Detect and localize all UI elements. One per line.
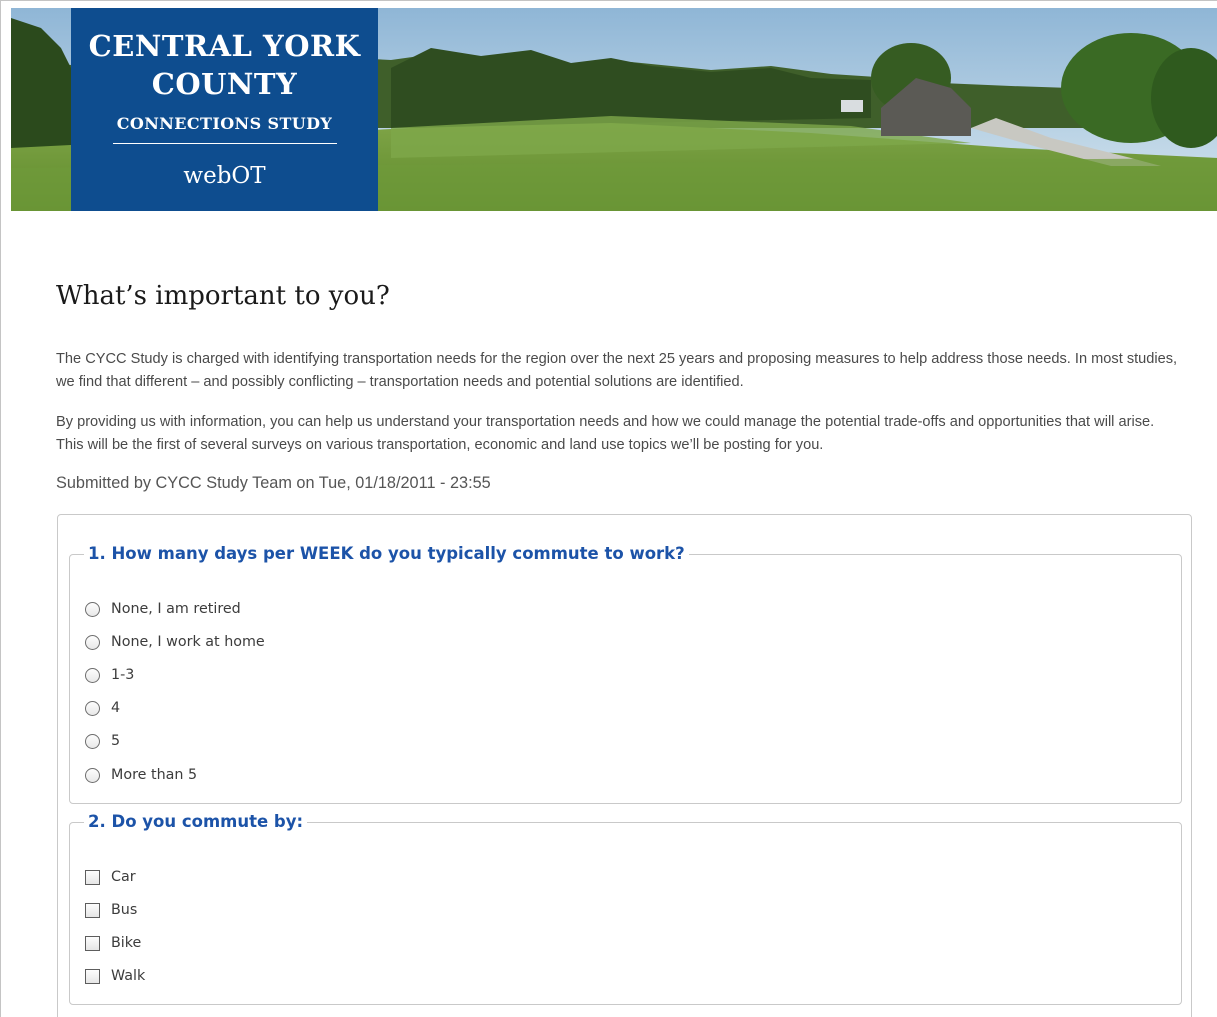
logo-subtitle: CONNECTIONS STUDY [116,114,333,133]
submitted-info: Submitted by CYCC Study Team on Tue, 01/… [56,474,491,492]
radio-button[interactable] [85,601,100,617]
option-car[interactable]: Car [85,866,136,888]
page: CENTRAL YORK COUNTY CONNECTIONS STUDY we… [0,0,1217,1017]
option-label: Bus [111,902,138,918]
option-none-retired[interactable]: None, I am retired [85,598,241,620]
option-1-3[interactable]: 1-3 [85,664,134,686]
option-none-work-home[interactable]: None, I work at home [85,631,265,653]
logo-title-line1: CENTRAL YORK [88,29,361,63]
radio-button[interactable] [85,634,100,650]
option-label: 1-3 [111,667,135,683]
page-title: What’s important to you? [56,281,390,311]
option-label: 5 [111,733,121,749]
option-label: Bike [111,935,142,951]
question-1-legend: 1. How many days per WEEK do you typical… [88,544,685,563]
option-bike[interactable]: Bike [85,932,141,954]
option-bus[interactable]: Bus [85,899,137,921]
radio-button[interactable] [85,733,100,749]
checkbox[interactable] [85,869,100,885]
radio-button[interactable] [85,667,100,683]
option-more-than-5[interactable]: More than 5 [85,764,197,786]
header-banner: CENTRAL YORK COUNTY CONNECTIONS STUDY we… [11,8,1217,211]
option-label: More than 5 [111,767,198,783]
checkbox[interactable] [85,902,100,918]
radio-button[interactable] [85,767,100,783]
survey-form: 1. How many days per WEEK do you typical… [57,514,1192,1017]
checkbox[interactable] [85,935,100,951]
intro-paragraph-2: By providing us with information, you ca… [56,414,1155,453]
logo-app-name: webOT [183,163,266,189]
question-commute-mode: 2. Do you commute by: Car Bus Bike Walk [69,811,1182,1005]
site-logo[interactable]: CENTRAL YORK COUNTY CONNECTIONS STUDY we… [71,8,378,211]
question-2-legend: 2. Do you commute by: [88,812,304,831]
option-label: None, I work at home [111,634,265,650]
option-walk[interactable]: Walk [85,965,145,987]
logo-divider [113,143,337,144]
option-label: Walk [111,968,146,984]
radio-button[interactable] [85,700,100,716]
option-label: 4 [111,700,121,716]
logo-title-line2: COUNTY [151,67,298,101]
checkbox[interactable] [85,968,100,984]
option-label: None, I am retired [111,601,241,617]
intro-paragraph-1: The CYCC Study is charged with identifyi… [56,351,1178,390]
option-4[interactable]: 4 [85,697,120,719]
option-5[interactable]: 5 [85,730,120,752]
question-commute-days: 1. How many days per WEEK do you typical… [69,543,1182,804]
option-label: Car [111,869,136,885]
